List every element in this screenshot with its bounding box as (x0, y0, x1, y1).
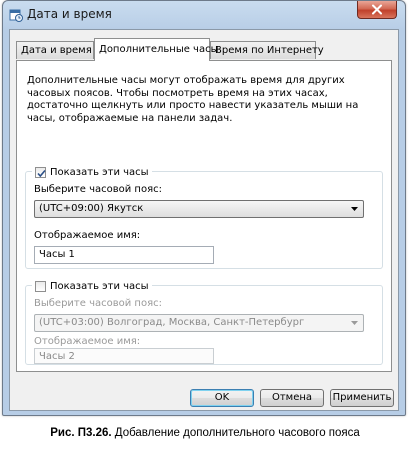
clock2-show-checkbox[interactable] (35, 280, 46, 292)
clock1-timezone-value: (UTC+09:00) Якутск (39, 203, 144, 214)
dialog-client-area: Дата и время Дополнительные часы Время п… (9, 29, 399, 411)
clock2-name-input[interactable]: Часы 2 (34, 348, 214, 364)
clock2-timezone-value: (UTC+03:00) Волгоград, Москва, Санкт-Пет… (39, 317, 305, 328)
tab-strip: Дата и время Дополнительные часы Время п… (16, 38, 396, 61)
tab-date-time[interactable]: Дата и время (16, 41, 94, 59)
checkmark-icon (37, 169, 46, 177)
clock1-show-label: Показать эти часы (50, 166, 149, 178)
panel-description: Дополнительные часы могут отображать вре… (27, 75, 359, 124)
screenshot-canvas: Дата и время Дата и время Дополнительные… (0, 0, 410, 450)
clock2-timezone-label: Выберите часовой пояс: (34, 298, 162, 309)
clock1-timezone-label: Выберите часовой пояс: (34, 184, 162, 195)
figure-caption-text: Добавление дополнительного часового пояс… (111, 427, 360, 439)
clock1-timezone-select[interactable]: (UTC+09:00) Якутск (34, 200, 364, 218)
dropdown-arrow-icon (351, 207, 358, 211)
clock2-name-label: Отображаемое имя: (34, 336, 141, 347)
clock2-timezone-select[interactable]: (UTC+03:00) Волгоград, Москва, Санкт-Пет… (34, 314, 364, 332)
title-bar[interactable]: Дата и время (3, 1, 405, 29)
ok-button[interactable]: OK (190, 389, 254, 407)
close-icon (372, 4, 382, 15)
figure-number: Рис. П3.26. (50, 427, 112, 439)
clock2-legend: Показать эти часы (32, 278, 152, 294)
clock2-show-label: Показать эти часы (50, 280, 149, 292)
window-title: Дата и время (27, 7, 112, 21)
close-button[interactable] (357, 1, 397, 19)
tab-internet-time[interactable]: Время по Интернету (210, 41, 324, 59)
clock-calendar-icon (9, 7, 23, 22)
clock1-name-input[interactable]: Часы 1 (34, 246, 214, 264)
clock1-group: Показать эти часы Выберите часовой пояс:… (25, 164, 383, 269)
cancel-button[interactable]: Отмена (260, 389, 324, 407)
figure-caption: Рис. П3.26. Добавление дополнительного ч… (0, 427, 410, 439)
clock1-legend: Показать эти часы (32, 164, 152, 180)
apply-button[interactable]: Применить (330, 389, 394, 407)
dropdown-arrow-icon (351, 321, 358, 325)
date-time-dialog: Дата и время Дата и время Дополнительные… (2, 0, 406, 416)
clock2-group: Показать эти часы Выберите часовой пояс:… (25, 278, 383, 365)
clock1-show-checkbox[interactable] (35, 166, 46, 178)
additional-clocks-panel: Дополнительные часы могут отображать вре… (16, 60, 392, 372)
tab-additional-clocks[interactable]: Дополнительные часы (94, 38, 218, 61)
clock1-name-label: Отображаемое имя: (34, 230, 141, 241)
